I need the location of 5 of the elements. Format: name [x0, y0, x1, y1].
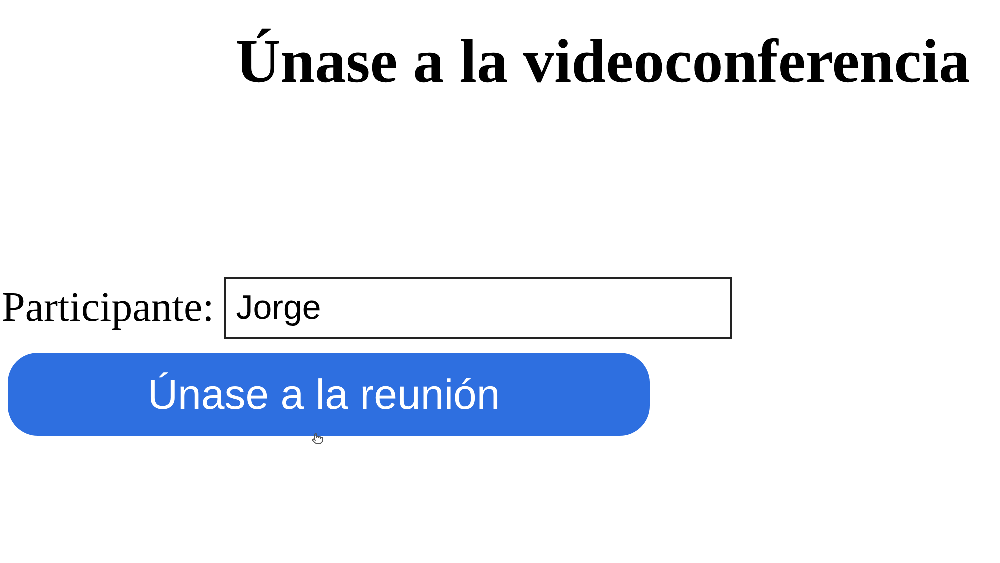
participant-field[interactable]: Jorge: [224, 277, 732, 339]
page-title: Únase a la videoconferencia: [236, 27, 970, 98]
pointer-icon: [312, 433, 324, 445]
join-button[interactable]: Únase a la reunión: [8, 353, 650, 436]
participant-label: Participante:: [2, 284, 214, 333]
